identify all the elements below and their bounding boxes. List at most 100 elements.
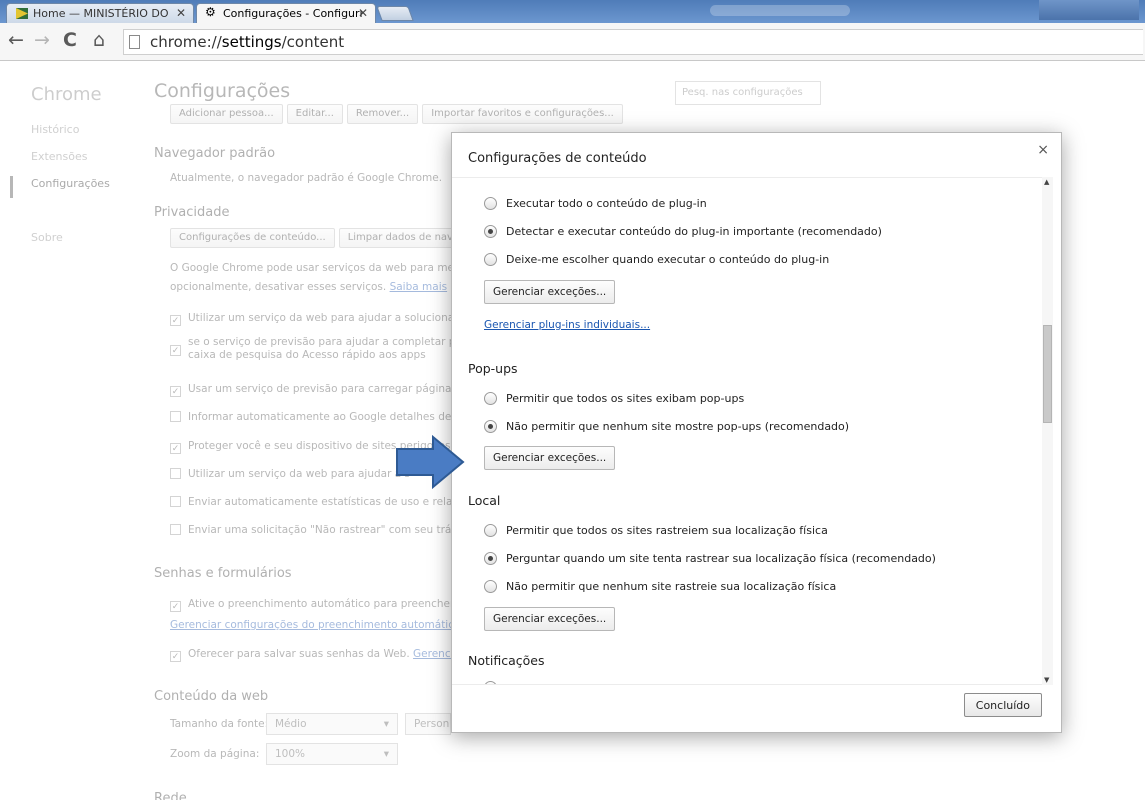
page-zoom-select[interactable]: 100% ▾ bbox=[266, 743, 398, 765]
sidebar-item-settings[interactable]: Configurações bbox=[31, 177, 110, 204]
location-heading: Local bbox=[468, 493, 501, 508]
autofill-checkbox[interactable]: ✓ Ative o preenchimento automático para p… bbox=[170, 598, 468, 612]
checkbox-checked-icon[interactable]: ✓ bbox=[170, 386, 181, 397]
tab-settings-title: Configurações - Configurı bbox=[223, 7, 363, 20]
font-size-select[interactable]: Médio ▾ bbox=[266, 713, 398, 735]
passwords-heading: Senhas e formulários bbox=[154, 566, 292, 581]
privacy-heading: Privacidade bbox=[154, 205, 230, 220]
import-bookmarks-button[interactable]: Importar favoritos e configurações... bbox=[422, 104, 623, 124]
location-option-ask[interactable]: Perguntar quando um site tenta rastrear … bbox=[484, 552, 936, 565]
privacy-checkbox-7[interactable]: Enviar automaticamente estatísticas de u… bbox=[170, 496, 477, 508]
reload-icon[interactable]: C bbox=[63, 29, 77, 51]
annotation-arrow-icon bbox=[396, 435, 465, 489]
sidebar-item-history[interactable]: Histórico bbox=[31, 123, 110, 150]
plugin-option-run-all[interactable]: Executar todo o conteúdo de plug-in bbox=[484, 197, 707, 210]
done-button[interactable]: Concluído bbox=[963, 693, 1042, 717]
flag-icon bbox=[16, 8, 28, 19]
radio-selected-icon[interactable] bbox=[484, 552, 497, 565]
popups-heading: Pop-ups bbox=[468, 361, 518, 376]
window-title bbox=[710, 5, 850, 16]
radio-selected-icon[interactable] bbox=[484, 225, 497, 238]
checkbox-unchecked-icon[interactable] bbox=[170, 468, 181, 479]
notifications-option-partial[interactable] bbox=[484, 681, 506, 684]
privacy-checkbox-8[interactable]: Enviar uma solicitação "Não rastrear" co… bbox=[170, 524, 468, 536]
plugins-manage-exceptions-button[interactable]: Gerenciar exceções... bbox=[484, 280, 616, 304]
sidebar-item-extensions[interactable]: Extensões bbox=[31, 150, 110, 177]
back-arrow-icon[interactable]: ← bbox=[8, 29, 24, 51]
radio-icon[interactable] bbox=[484, 392, 497, 405]
checkbox-unchecked-icon[interactable] bbox=[170, 411, 181, 422]
address-text: chrome://settings/content bbox=[150, 33, 345, 51]
save-passwords-checkbox[interactable]: ✓ Oferecer para salvar suas senhas da Web… bbox=[170, 648, 473, 662]
tab-strip: Home — MINISTÉRIO DO ✕ ⚙ Configurações -… bbox=[0, 0, 1145, 23]
customize-fonts-button[interactable]: Person bbox=[405, 713, 451, 735]
content-settings-button[interactable]: Configurações de conteúdo... bbox=[170, 228, 335, 248]
web-content-heading: Conteúdo da web bbox=[154, 689, 269, 704]
checkbox-checked-icon[interactable]: ✓ bbox=[170, 601, 181, 612]
gear-icon: ⚙ bbox=[205, 5, 216, 19]
privacy-checkbox-3[interactable]: ✓ Usar um serviço de previsão para carreg… bbox=[170, 383, 471, 397]
edit-person-button[interactable]: Editar... bbox=[286, 104, 343, 124]
dialog-scrollbar[interactable]: ▲ ▼ bbox=[1042, 177, 1053, 685]
dialog-title: Configurações de conteúdo bbox=[468, 151, 647, 166]
window-controls[interactable] bbox=[1039, 0, 1139, 20]
location-option-allow[interactable]: Permitir que todos os sites rastreiem su… bbox=[484, 524, 828, 537]
new-tab-button[interactable] bbox=[376, 6, 414, 21]
font-size-label: Tamanho da fonte: bbox=[170, 718, 269, 730]
plugin-option-ask[interactable]: Deixe-me escolher quando executar o cont… bbox=[484, 253, 829, 266]
settings-search-input[interactable]: Pesq. nas configurações bbox=[675, 81, 821, 105]
tab-home-close-icon[interactable]: ✕ bbox=[176, 6, 186, 20]
sidebar-item-about[interactable]: Sobre bbox=[31, 231, 110, 258]
notifications-heading: Notificações bbox=[468, 653, 545, 668]
network-heading: Rede bbox=[154, 791, 187, 800]
radio-icon[interactable] bbox=[484, 197, 497, 210]
manage-plugins-link[interactable]: Gerenciar plug-ins individuais... bbox=[484, 319, 650, 331]
dropdown-arrow-icon: ▾ bbox=[383, 718, 389, 730]
checkbox-checked-icon[interactable]: ✓ bbox=[170, 345, 181, 356]
tab-settings-close-icon[interactable]: ✕ bbox=[358, 6, 368, 20]
scroll-up-arrow-icon[interactable]: ▲ bbox=[1044, 178, 1049, 186]
scrollbar-thumb[interactable] bbox=[1043, 325, 1052, 423]
checkbox-unchecked-icon[interactable] bbox=[170, 496, 181, 507]
radio-icon[interactable] bbox=[484, 524, 497, 537]
popups-option-block[interactable]: Não permitir que nenhum site mostre pop-… bbox=[484, 420, 849, 433]
home-icon[interactable]: ⌂ bbox=[93, 29, 105, 51]
privacy-checkbox-4[interactable]: Informar automaticamente ao Google detal… bbox=[170, 411, 468, 423]
radio-icon[interactable] bbox=[484, 580, 497, 593]
popups-option-allow[interactable]: Permitir que todos os sites exibam pop-u… bbox=[484, 392, 744, 405]
checkbox-checked-icon[interactable]: ✓ bbox=[170, 315, 181, 326]
people-buttons: Adicionar pessoa... Editar... Remover...… bbox=[170, 104, 623, 124]
browser-toolbar: ← → C ⌂ chrome://settings/content bbox=[0, 23, 1145, 61]
privacy-checkbox-2[interactable]: ✓se o serviço de previsão para ajudar a … bbox=[170, 336, 467, 362]
content-settings-dialog: Configurações de conteúdo × Executar tod… bbox=[451, 132, 1062, 733]
location-option-block[interactable]: Não permitir que nenhum site rastreie su… bbox=[484, 580, 836, 593]
scroll-down-arrow-icon[interactable]: ▼ bbox=[1044, 676, 1049, 684]
plugin-option-detect[interactable]: Detectar e executar conteúdo do plug-in … bbox=[484, 225, 882, 238]
checkbox-checked-icon[interactable]: ✓ bbox=[170, 651, 181, 662]
location-manage-exceptions-button[interactable]: Gerenciar exceções... bbox=[484, 607, 616, 631]
radio-icon[interactable] bbox=[484, 253, 497, 266]
remove-person-button[interactable]: Remover... bbox=[346, 104, 419, 124]
learn-more-link[interactable]: Saiba mais bbox=[390, 281, 448, 293]
radio-selected-icon[interactable] bbox=[484, 681, 497, 684]
autofill-settings-link[interactable]: Gerenciar configurações do preenchimento… bbox=[170, 619, 460, 631]
checkbox-unchecked-icon[interactable] bbox=[170, 524, 181, 535]
clear-data-button[interactable]: Limpar dados de nav bbox=[338, 228, 462, 248]
tab-home[interactable]: Home — MINISTÉRIO DO ✕ bbox=[6, 3, 194, 23]
page-zoom-label: Zoom da página: bbox=[170, 748, 260, 760]
privacy-checkbox-6[interactable]: Utilizar um serviço da web para ajudar a… bbox=[170, 468, 410, 480]
dropdown-arrow-icon: ▾ bbox=[383, 748, 389, 760]
radio-selected-icon[interactable] bbox=[484, 420, 497, 433]
close-icon[interactable]: × bbox=[1037, 142, 1049, 158]
dialog-scroll-area[interactable]: Executar todo o conteúdo de plug-in Dete… bbox=[452, 177, 1046, 685]
default-browser-text: Atualmente, o navegador padrão é Google … bbox=[170, 172, 443, 184]
page-title: Configurações bbox=[154, 80, 291, 102]
tab-settings[interactable]: ⚙ Configurações - Configurı ✕ bbox=[196, 3, 376, 23]
privacy-checkbox-1[interactable]: ✓ Utilizar um serviço da web para ajudar … bbox=[170, 312, 468, 326]
address-bar[interactable]: chrome://settings/content bbox=[123, 29, 1143, 55]
popups-manage-exceptions-button[interactable]: Gerenciar exceções... bbox=[484, 446, 616, 470]
privacy-desc-line1: O Google Chrome pode usar serviços da we… bbox=[170, 262, 470, 274]
checkbox-checked-icon[interactable]: ✓ bbox=[170, 443, 181, 454]
add-person-button[interactable]: Adicionar pessoa... bbox=[170, 104, 283, 124]
forward-arrow-icon[interactable]: → bbox=[34, 29, 50, 51]
